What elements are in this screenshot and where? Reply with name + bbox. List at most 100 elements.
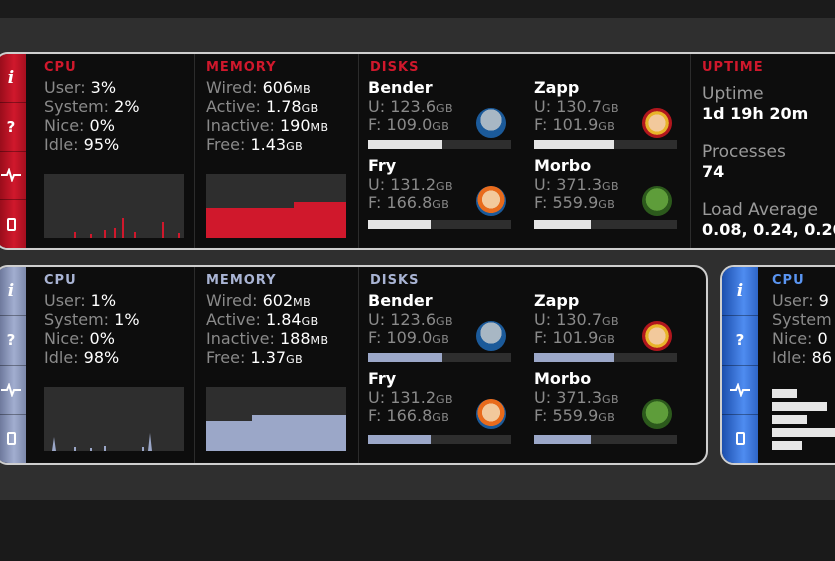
activity-button[interactable]	[722, 366, 758, 415]
value: 1.37	[250, 348, 287, 367]
label: Active:	[206, 310, 261, 329]
label: System:	[44, 310, 110, 329]
disk-usage-bar	[534, 435, 677, 444]
fry-avatar-icon	[476, 186, 506, 216]
help-button[interactable]: ?	[0, 316, 26, 366]
disk-free: F: 109.0GB	[368, 116, 449, 136]
label: Wired:	[206, 291, 258, 310]
disk-zapp[interactable]: Zapp U: 130.7GB F: 101.9GB	[524, 267, 690, 367]
battery-button[interactable]	[0, 200, 26, 248]
unit: GB	[286, 353, 304, 366]
cpu-history-graph	[44, 174, 184, 238]
cpu-system-row: System	[772, 310, 832, 329]
unit: GB	[301, 315, 319, 328]
unit: GB	[301, 102, 319, 115]
battery-icon	[735, 432, 745, 446]
system-monitor-widget-blue: i ? CPU User: 9 System Nice: 0 Idle: 86	[720, 265, 835, 465]
value: F: 101.9	[534, 115, 599, 134]
value: U: 123.6	[368, 310, 436, 329]
value: 0%	[89, 116, 115, 135]
value: F: 166.8	[368, 406, 433, 425]
disk-zapp[interactable]: Zapp U: 130.7GB F: 101.9GB	[524, 54, 690, 154]
disk-usage-fill	[368, 353, 443, 362]
unit: GB	[602, 315, 620, 328]
unit: GB	[432, 198, 450, 211]
cpu-user-row: User: 3%	[44, 78, 116, 97]
unit: GB	[436, 102, 454, 115]
info-icon: i	[7, 67, 15, 88]
help-icon: ?	[735, 331, 745, 350]
disk-name: Fry	[368, 369, 397, 388]
zapp-avatar-icon	[642, 108, 672, 138]
info-button[interactable]: i	[0, 267, 26, 317]
value: F: 166.8	[368, 193, 433, 212]
cpu-idle-row: Idle: 86	[772, 348, 832, 367]
memory-history-graph	[206, 387, 346, 451]
activity-button[interactable]	[0, 152, 26, 201]
memory-title: MEMORY	[206, 273, 277, 288]
pulse-icon	[1, 382, 21, 397]
widget-control-strip: i ?	[0, 54, 26, 248]
morbo-avatar-icon	[642, 399, 672, 429]
disk-bender[interactable]: Bender U: 123.6GB F: 109.0GB	[358, 267, 524, 367]
label: Inactive:	[206, 329, 275, 348]
mem-free-row: Free: 1.43GB	[206, 135, 303, 156]
mem-active-row: Active: 1.84GB	[206, 310, 319, 331]
mem-inactive-row: Inactive: 188MB	[206, 329, 329, 350]
load-average-label: Load Average	[702, 200, 818, 220]
unit: GB	[436, 393, 454, 406]
disk-name: Morbo	[534, 369, 592, 388]
disk-name: Bender	[368, 291, 433, 310]
label: User:	[44, 78, 86, 97]
mem-wired-row: Wired: 606MB	[206, 78, 311, 99]
disk-morbo[interactable]: Morbo U: 371.3GB F: 559.9GB	[524, 154, 690, 248]
disks-panel: DISKS Bender U: 123.6GB F: 109.0GB Fry U…	[358, 54, 691, 248]
info-button[interactable]: i	[722, 267, 758, 317]
label: Free:	[206, 348, 246, 367]
unit: GB	[432, 333, 450, 346]
unit: MB	[310, 121, 329, 134]
uptime-value: 1d 19h 20m	[702, 104, 809, 123]
uptime-label: Uptime	[702, 84, 764, 104]
system-monitor-widget-slate: i ? CPU User: 1% System: 1% Nice: 0% Idl…	[0, 265, 708, 465]
cpu-bar	[772, 441, 802, 450]
disk-morbo[interactable]: Morbo U: 371.3GB F: 559.9GB	[524, 367, 690, 463]
value: 0	[817, 329, 828, 348]
widget-control-strip: i ?	[0, 267, 26, 463]
disk-usage-bar	[368, 353, 511, 362]
cpu-nice-row: Nice: 0	[772, 329, 828, 348]
widget-control-strip: i ?	[722, 267, 758, 463]
cpu-user-row: User: 1%	[44, 291, 116, 310]
pulse-icon	[1, 168, 21, 183]
info-button[interactable]: i	[0, 54, 26, 103]
battery-button[interactable]	[722, 415, 758, 463]
label: User:	[772, 291, 814, 310]
cpu-history-graph	[44, 387, 184, 451]
unit: GB	[598, 198, 616, 211]
cpu-idle-row: Idle: 98%	[44, 348, 119, 367]
bender-avatar-icon	[476, 108, 506, 138]
value: F: 559.9	[534, 406, 599, 425]
unit: GB	[286, 140, 304, 153]
disk-usage-fill	[368, 140, 443, 149]
disk-fry[interactable]: Fry U: 131.2GB F: 166.8GB	[358, 367, 524, 463]
value: 1.78	[265, 97, 302, 116]
desktop-floor	[0, 500, 835, 561]
cpu-nice-row: Nice: 0%	[44, 116, 115, 135]
value: U: 130.7	[534, 97, 602, 116]
help-button[interactable]: ?	[0, 103, 26, 152]
disk-bender[interactable]: Bender U: 123.6GB F: 109.0GB	[358, 54, 524, 154]
unit: GB	[436, 315, 454, 328]
battery-button[interactable]	[0, 415, 26, 463]
activity-button[interactable]	[0, 366, 26, 415]
disk-fry[interactable]: Fry U: 131.2GB F: 166.8GB	[358, 154, 524, 248]
label: Free:	[206, 135, 246, 154]
morbo-avatar-icon	[642, 186, 672, 216]
help-button[interactable]: ?	[722, 316, 758, 366]
disk-name: Fry	[368, 156, 397, 175]
cpu-nice-row: Nice: 0%	[44, 329, 115, 348]
unit: GB	[602, 393, 620, 406]
cpu-bar	[772, 415, 807, 424]
info-icon: i	[736, 281, 744, 302]
value: U: 131.2	[368, 175, 436, 194]
